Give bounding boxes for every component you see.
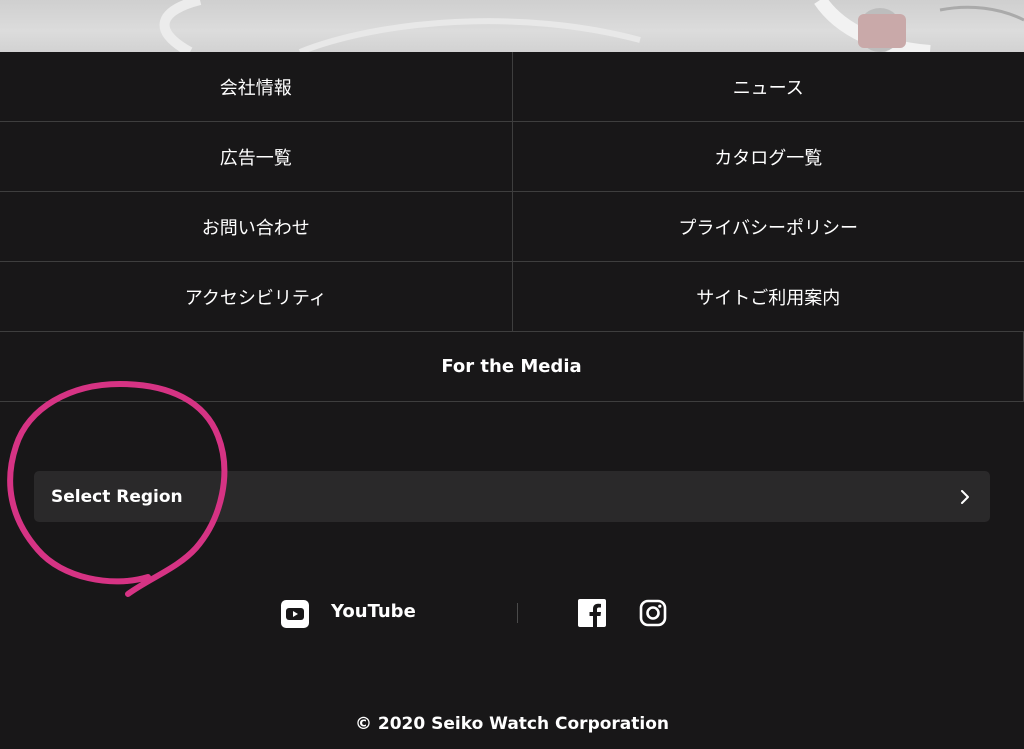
link-for-the-media[interactable]: For the Media [0,332,1023,401]
link-site-guide[interactable]: サイトご利用案内 [513,262,1024,331]
copyright-text: © 2020 Seiko Watch Corporation [354,714,670,734]
social-links: YouTube [0,590,1024,636]
instagram-icon[interactable] [639,599,667,627]
select-region-button[interactable]: Select Region [34,471,990,522]
link-ad-list[interactable]: 広告一覧 [0,122,513,191]
link-catalog-list[interactable]: カタログ一覧 [513,122,1024,191]
select-region-label: Select Region [51,486,183,507]
footer-row: 会社情報 ニュース [0,52,1024,122]
facebook-icon[interactable] [578,599,606,627]
hero-image-strip [0,0,1024,52]
youtube-icon[interactable] [281,600,309,628]
link-accessibility[interactable]: アクセシビリティ [0,262,513,331]
link-contact[interactable]: お問い合わせ [0,192,513,261]
footer-link-grid: 会社情報 ニュース 広告一覧 カタログ一覧 お問い合わせ プライバシーポリシー … [0,52,1024,402]
link-privacy-policy[interactable]: プライバシーポリシー [513,192,1024,261]
footer-row: 広告一覧 カタログ一覧 [0,122,1024,192]
youtube-label[interactable]: YouTube [331,601,416,622]
link-company-info[interactable]: 会社情報 [0,52,513,121]
social-divider [517,603,518,623]
footer-row: お問い合わせ プライバシーポリシー [0,192,1024,262]
chevron-right-icon [958,489,972,504]
link-news[interactable]: ニュース [513,52,1024,121]
footer-row-media: For the Media [0,332,1024,402]
footer-page: 会社情報 ニュース 広告一覧 カタログ一覧 お問い合わせ プライバシーポリシー … [0,0,1024,749]
footer-row: アクセシビリティ サイトご利用案内 [0,262,1024,332]
